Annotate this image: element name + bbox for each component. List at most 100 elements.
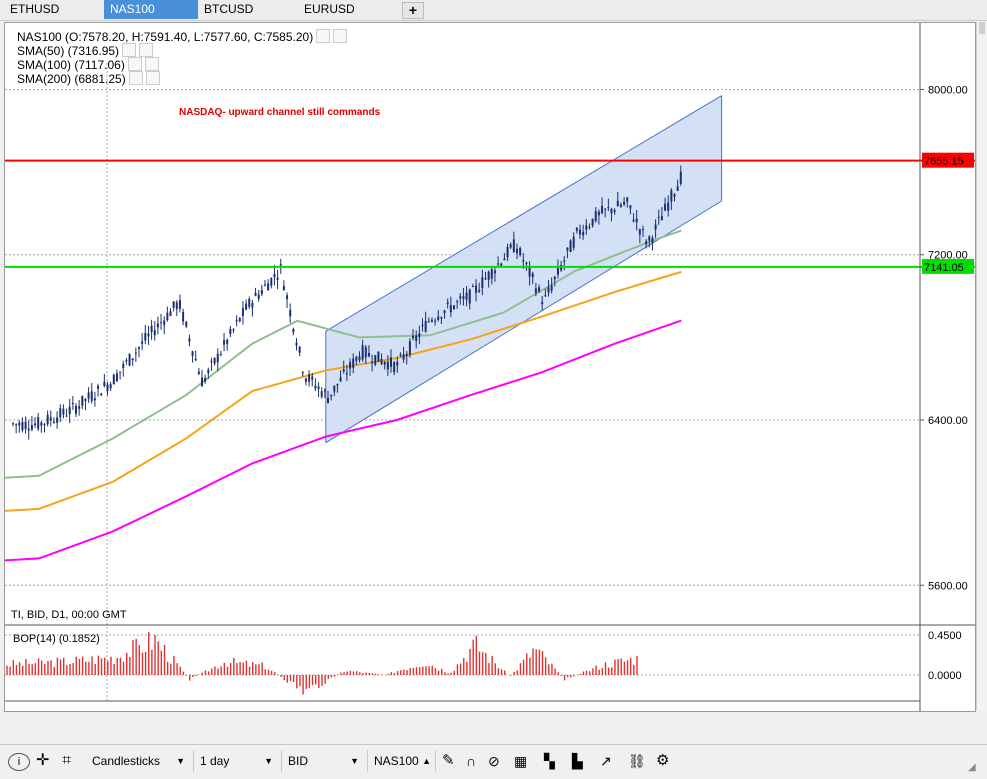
timeframe-select[interactable]: 1 day ▼ <box>196 750 282 772</box>
tab-eurusd[interactable]: EURUSD <box>298 0 398 19</box>
candle-body <box>607 207 610 209</box>
candle-body <box>572 236 575 248</box>
candle-body <box>289 309 292 317</box>
candle-body <box>147 333 150 337</box>
candle-body <box>575 227 578 231</box>
annotation-text: NASDAQ- upward channel still commands <box>179 107 381 118</box>
candle-body <box>304 378 307 382</box>
candle-body <box>462 296 465 299</box>
crop-icon[interactable]: ⌗ <box>62 750 71 772</box>
gear-icon[interactable]: ⚙ <box>656 750 669 772</box>
candle-body <box>393 362 396 373</box>
tab-btcusd[interactable]: BTCUSD <box>198 0 298 19</box>
candle-body <box>657 217 660 219</box>
indicator-icon[interactable]: ↗ <box>600 750 612 772</box>
candle-body <box>563 260 566 262</box>
scroll-thumb[interactable] <box>979 22 985 34</box>
sma100-readout: SMA(100) (7117.06) <box>17 57 159 72</box>
candle-body <box>166 312 169 321</box>
candle-body <box>534 288 537 293</box>
candle-body <box>40 422 43 426</box>
candle-body <box>601 205 604 214</box>
candle-body <box>415 335 418 341</box>
candle-body <box>405 353 408 356</box>
candle-body <box>260 290 263 295</box>
candle-body <box>645 241 648 245</box>
bop-tick-label: 0.0000 <box>928 670 962 682</box>
chart-area[interactable]: 7655.15 7141.05 0.4500 0.0000 8000.00 7200.… <box>4 22 976 712</box>
candle-body <box>638 229 641 235</box>
candle-body <box>503 258 506 261</box>
candle-body <box>610 208 613 214</box>
settings-icon[interactable] <box>128 71 143 85</box>
candle-body <box>282 285 285 291</box>
magnet-icon[interactable]: ∩ <box>466 750 476 772</box>
close-icon[interactable] <box>139 43 154 57</box>
candle-body <box>544 295 547 297</box>
bar-chart-icon[interactable]: ▙ <box>572 750 583 772</box>
chevron-down-icon: ▼ <box>350 756 359 766</box>
candle-body <box>219 353 222 355</box>
candle-body <box>390 357 392 367</box>
candle-body <box>352 358 355 368</box>
vertical-scrollbar[interactable] <box>976 22 987 710</box>
candle-body <box>667 202 670 211</box>
candle-body <box>585 225 588 230</box>
candle-body <box>43 423 46 425</box>
candle-body <box>478 290 481 292</box>
sma200-readout: SMA(200) (6881.25) <box>17 71 160 86</box>
candle-body <box>301 372 304 374</box>
link-icon[interactable]: ⛓ <box>628 750 646 772</box>
candle-body <box>553 276 556 280</box>
candle-body <box>679 171 682 184</box>
candle-body <box>150 325 153 333</box>
close-icon[interactable] <box>333 29 348 43</box>
chevron-up-icon: ▲ <box>422 756 431 766</box>
symbol-select[interactable]: NAS100 ▲ <box>370 750 436 772</box>
close-icon[interactable] <box>145 71 160 85</box>
settings-icon[interactable] <box>316 29 331 43</box>
add-tab-button[interactable]: + <box>402 2 424 19</box>
hide-drawings-icon[interactable]: ⊘ <box>488 750 500 772</box>
candle-body <box>355 356 358 361</box>
price-tick-label: 8000.00 <box>928 84 968 96</box>
tab-ethusd[interactable]: ETHUSD <box>4 0 104 19</box>
pencil-icon[interactable]: ✎ <box>442 750 455 772</box>
price-type-select[interactable]: BID ▼ <box>284 750 368 772</box>
settings-icon[interactable] <box>127 57 142 71</box>
tab-nas100[interactable]: NAS100 <box>104 0 198 19</box>
chart-type-value: Candlesticks <box>92 754 161 768</box>
candle-body <box>138 347 140 349</box>
candle-body <box>336 383 339 386</box>
candle-body <box>273 273 276 278</box>
candle-body <box>185 321 188 327</box>
table-icon[interactable]: ▦ <box>514 750 527 772</box>
candle-body <box>613 210 616 212</box>
resize-grip-icon[interactable]: ◢ <box>968 757 976 779</box>
candle-body <box>175 302 178 310</box>
layout-icon[interactable]: ▚ <box>544 750 555 772</box>
candle-body <box>396 361 399 366</box>
candle-body <box>71 403 74 405</box>
candle-body <box>68 406 71 415</box>
symbol-tab-bar: ETHUSD NAS100 BTCUSD EURUSD + <box>0 0 987 21</box>
candle-body <box>364 347 367 358</box>
candle-body <box>115 373 118 382</box>
candle-body <box>604 208 607 210</box>
info-icon[interactable]: i <box>8 753 30 771</box>
candle-body <box>493 270 496 274</box>
candle-body <box>449 305 452 313</box>
candle-body <box>383 361 386 365</box>
candle-body <box>18 422 21 426</box>
close-icon[interactable] <box>144 57 159 71</box>
candle-body <box>226 339 229 345</box>
candle-body <box>197 371 200 375</box>
crosshair-icon[interactable]: ✛ <box>36 750 49 772</box>
candle-body <box>582 231 585 236</box>
candle-body <box>339 377 342 382</box>
support-price-label: 7141.05 <box>924 262 964 274</box>
sma200-text: SMA(200) (6881.25) <box>17 72 126 86</box>
chart-type-select[interactable]: Candlesticks ▼ <box>88 750 194 772</box>
candle-body <box>131 358 134 361</box>
settings-icon[interactable] <box>122 43 137 57</box>
